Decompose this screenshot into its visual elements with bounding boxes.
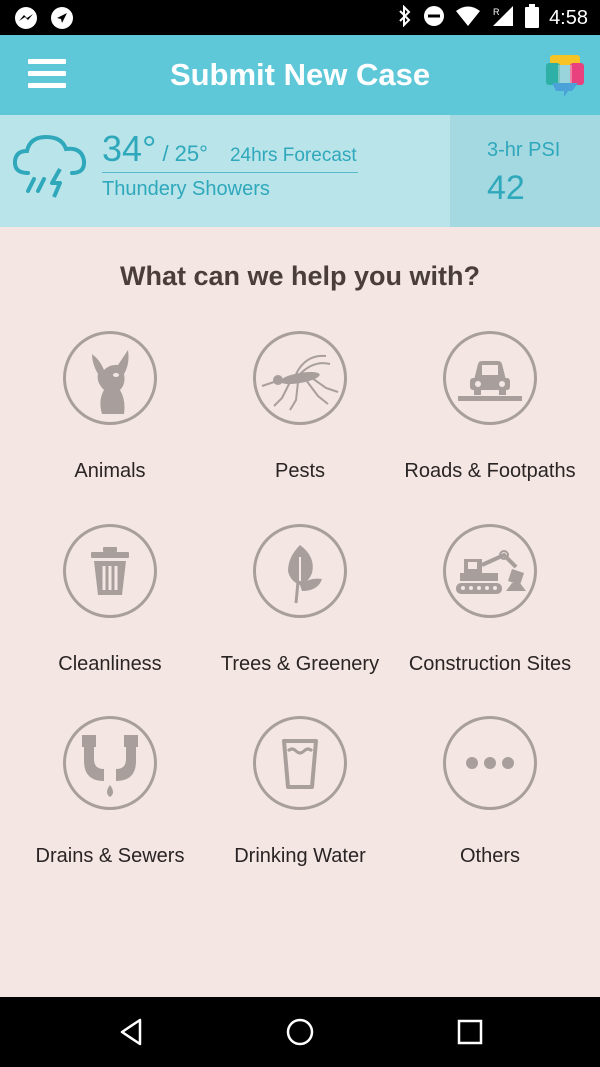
recents-icon[interactable] xyxy=(455,1017,485,1047)
category-construction-sites[interactable]: Construction Sites xyxy=(390,524,590,676)
category-label: Pests xyxy=(274,460,326,482)
system-nav-bar xyxy=(0,997,600,1067)
svg-text:R: R xyxy=(493,7,500,17)
water-glass-icon xyxy=(253,716,347,810)
system-status-icons: R 4:58 xyxy=(397,4,588,33)
mosquito-icon xyxy=(253,331,347,425)
category-label: Roads & Footpaths xyxy=(404,460,576,482)
excavator-icon xyxy=(443,524,537,618)
messenger-icon xyxy=(14,6,38,35)
wifi-icon xyxy=(455,5,481,32)
navigation-icon xyxy=(50,6,74,35)
category-label: Drinking Water xyxy=(234,845,366,867)
page-title: Submit New Case xyxy=(169,57,431,92)
category-drains-sewers[interactable]: Drains & Sewers xyxy=(10,716,210,868)
temperature-low: / 25° xyxy=(162,141,208,166)
category-label: Animals xyxy=(74,460,146,482)
leaf-icon xyxy=(253,524,347,618)
signal-icon: R xyxy=(491,5,515,32)
status-bar: R 4:58 xyxy=(0,0,600,35)
do-not-disturb-icon xyxy=(423,5,445,32)
category-label: Cleanliness xyxy=(58,653,162,675)
category-label: Construction Sites xyxy=(408,653,572,675)
more-dots-icon xyxy=(443,716,537,810)
psi-panel[interactable]: 3-hr PSI 42 xyxy=(450,115,600,227)
home-icon[interactable] xyxy=(285,1017,315,1047)
weather-condition: Thundery Showers xyxy=(102,178,270,200)
category-cleanliness[interactable]: Cleanliness xyxy=(10,524,210,676)
category-label: Drains & Sewers xyxy=(35,845,185,867)
thunder-rain-icon xyxy=(12,129,90,199)
category-animals[interactable]: Animals xyxy=(10,331,210,483)
category-drinking-water[interactable]: Drinking Water xyxy=(200,716,400,868)
forecast-link[interactable]: 24hrs Forecast xyxy=(230,145,357,167)
psi-value: 42 xyxy=(487,169,525,207)
help-question: What can we help you with? xyxy=(119,261,481,291)
dog-icon xyxy=(63,331,157,425)
battery-icon xyxy=(525,4,540,33)
pipe-drain-icon xyxy=(63,716,157,810)
car-road-icon xyxy=(443,331,537,425)
category-others[interactable]: Others xyxy=(390,716,590,868)
weather-divider xyxy=(102,172,358,173)
app-logo-icon[interactable] xyxy=(544,53,586,99)
clock: 4:58 xyxy=(549,7,588,29)
weather-panel: 34° / 25° 24hrs Forecast Thundery Shower… xyxy=(0,115,600,227)
psi-label: 3-hr PSI xyxy=(487,139,561,161)
weather-summary: 34° / 25° 24hrs Forecast Thundery Shower… xyxy=(102,128,358,201)
category-trees-greenery[interactable]: Trees & Greenery xyxy=(200,524,400,676)
notification-icons xyxy=(14,6,74,35)
category-roads-footpaths[interactable]: Roads & Footpaths xyxy=(390,331,590,483)
bluetooth-icon xyxy=(397,4,413,32)
category-label: Others xyxy=(459,845,521,867)
app-bar: Submit New Case xyxy=(0,35,600,115)
category-panel: What can we help you with? Animals Pests… xyxy=(0,227,600,997)
temperature-high: 34° xyxy=(102,128,157,169)
category-label: Trees & Greenery xyxy=(220,653,380,675)
category-pests[interactable]: Pests xyxy=(200,331,400,483)
trash-bin-icon xyxy=(63,524,157,618)
back-icon[interactable] xyxy=(118,1017,148,1047)
